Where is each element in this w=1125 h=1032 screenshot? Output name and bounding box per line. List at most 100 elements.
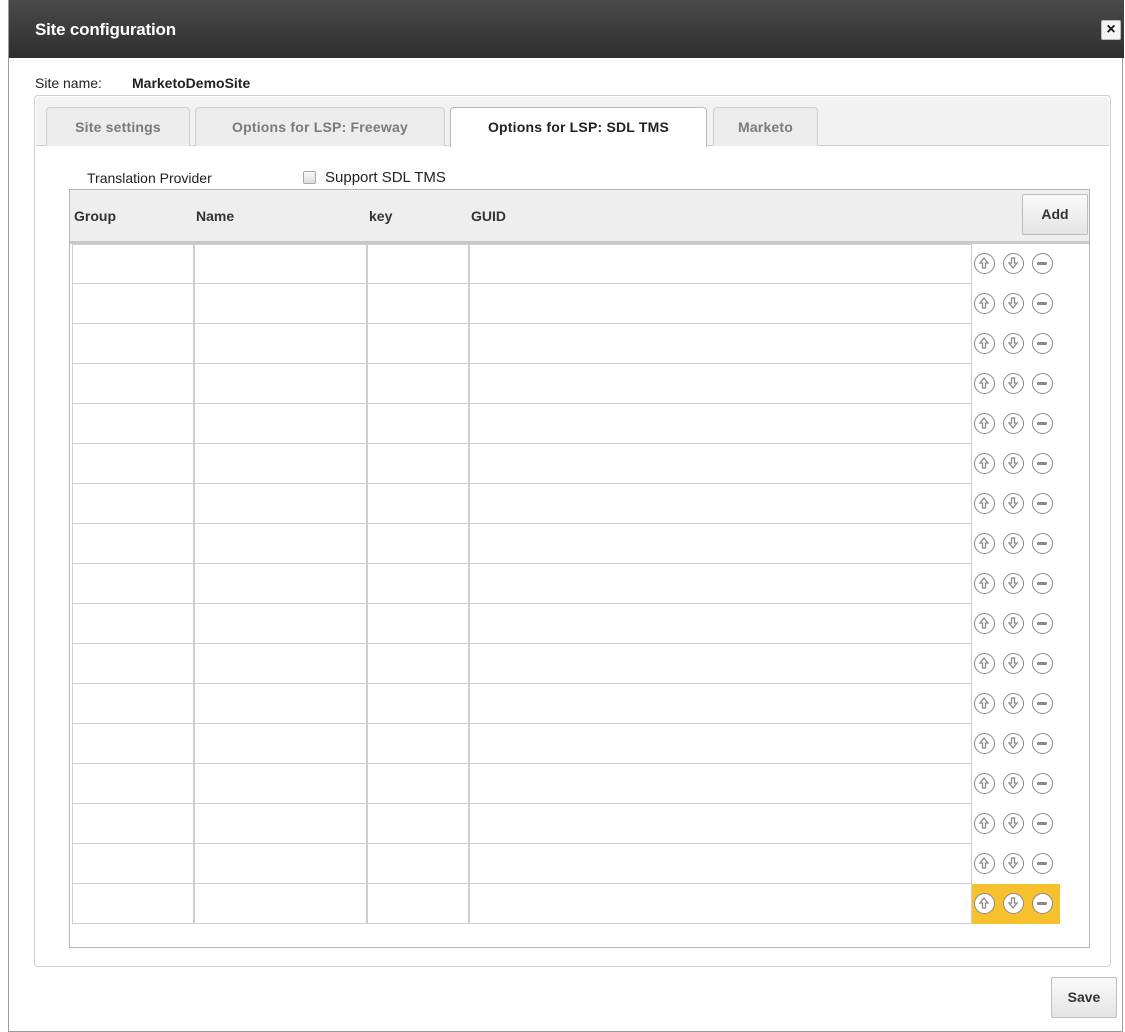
key-cell[interactable] xyxy=(367,484,469,524)
add-row-button[interactable]: Add xyxy=(1022,194,1088,235)
move-down-icon[interactable] xyxy=(1003,453,1024,474)
move-up-icon[interactable] xyxy=(974,893,995,914)
remove-icon[interactable] xyxy=(1032,853,1053,874)
group-cell[interactable] xyxy=(72,444,194,484)
remove-icon[interactable] xyxy=(1032,533,1053,554)
group-cell[interactable] xyxy=(72,364,194,404)
move-down-icon[interactable] xyxy=(1003,253,1024,274)
group-cell[interactable] xyxy=(72,684,194,724)
group-cell[interactable] xyxy=(72,844,194,884)
remove-icon[interactable] xyxy=(1032,253,1053,274)
move-down-icon[interactable] xyxy=(1003,613,1024,634)
move-up-icon[interactable] xyxy=(974,773,995,794)
name-cell[interactable] xyxy=(194,444,367,484)
move-up-icon[interactable] xyxy=(974,293,995,314)
key-cell[interactable] xyxy=(367,884,469,924)
move-down-icon[interactable] xyxy=(1003,893,1024,914)
name-cell[interactable] xyxy=(194,804,367,844)
name-cell[interactable] xyxy=(194,684,367,724)
guid-cell[interactable] xyxy=(469,884,972,924)
guid-cell[interactable] xyxy=(469,564,972,604)
move-up-icon[interactable] xyxy=(974,693,995,714)
remove-icon[interactable] xyxy=(1032,333,1053,354)
guid-cell[interactable] xyxy=(469,404,972,444)
guid-cell[interactable] xyxy=(469,724,972,764)
move-up-icon[interactable] xyxy=(974,613,995,634)
key-cell[interactable] xyxy=(367,644,469,684)
group-cell[interactable] xyxy=(72,524,194,564)
remove-icon[interactable] xyxy=(1032,293,1053,314)
move-down-icon[interactable] xyxy=(1003,653,1024,674)
remove-icon[interactable] xyxy=(1032,893,1053,914)
guid-cell[interactable] xyxy=(469,804,972,844)
key-cell[interactable] xyxy=(367,324,469,364)
name-cell[interactable] xyxy=(194,724,367,764)
key-cell[interactable] xyxy=(367,444,469,484)
group-cell[interactable] xyxy=(72,604,194,644)
remove-icon[interactable] xyxy=(1032,373,1053,394)
move-up-icon[interactable] xyxy=(974,733,995,754)
move-down-icon[interactable] xyxy=(1003,373,1024,394)
move-up-icon[interactable] xyxy=(974,333,995,354)
tab-site-settings[interactable]: Site settings xyxy=(46,107,190,146)
column-header-key[interactable]: key xyxy=(369,208,392,224)
tab-marketo[interactable]: Marketo xyxy=(713,107,818,146)
column-header-name[interactable]: Name xyxy=(196,208,234,224)
group-cell[interactable] xyxy=(72,284,194,324)
remove-icon[interactable] xyxy=(1032,493,1053,514)
key-cell[interactable] xyxy=(367,524,469,564)
guid-cell[interactable] xyxy=(469,524,972,564)
move-down-icon[interactable] xyxy=(1003,773,1024,794)
support-sdl-tms-checkbox[interactable] xyxy=(303,171,316,184)
guid-cell[interactable] xyxy=(469,284,972,324)
group-cell[interactable] xyxy=(72,324,194,364)
key-cell[interactable] xyxy=(367,804,469,844)
name-cell[interactable] xyxy=(194,604,367,644)
move-up-icon[interactable] xyxy=(974,813,995,834)
key-cell[interactable] xyxy=(367,244,469,284)
guid-cell[interactable] xyxy=(469,364,972,404)
move-up-icon[interactable] xyxy=(974,453,995,474)
guid-cell[interactable] xyxy=(469,324,972,364)
move-up-icon[interactable] xyxy=(974,493,995,514)
move-up-icon[interactable] xyxy=(974,573,995,594)
key-cell[interactable] xyxy=(367,724,469,764)
name-cell[interactable] xyxy=(194,364,367,404)
guid-cell[interactable] xyxy=(469,604,972,644)
key-cell[interactable] xyxy=(367,364,469,404)
tab-options-sdl-tms[interactable]: Options for LSP: SDL TMS xyxy=(450,107,707,147)
support-sdl-tms-label[interactable]: Support SDL TMS xyxy=(325,169,446,186)
remove-icon[interactable] xyxy=(1032,413,1053,434)
column-header-group[interactable]: Group xyxy=(74,208,116,224)
name-cell[interactable] xyxy=(194,844,367,884)
key-cell[interactable] xyxy=(367,764,469,804)
name-cell[interactable] xyxy=(194,324,367,364)
group-cell[interactable] xyxy=(72,884,194,924)
move-down-icon[interactable] xyxy=(1003,333,1024,354)
move-down-icon[interactable] xyxy=(1003,413,1024,434)
close-icon[interactable]: × xyxy=(1101,20,1121,40)
name-cell[interactable] xyxy=(194,244,367,284)
group-cell[interactable] xyxy=(72,564,194,604)
name-cell[interactable] xyxy=(194,644,367,684)
remove-icon[interactable] xyxy=(1032,693,1053,714)
remove-icon[interactable] xyxy=(1032,773,1053,794)
guid-cell[interactable] xyxy=(469,844,972,884)
remove-icon[interactable] xyxy=(1032,813,1053,834)
group-cell[interactable] xyxy=(72,724,194,764)
guid-cell[interactable] xyxy=(469,244,972,284)
move-up-icon[interactable] xyxy=(974,533,995,554)
move-down-icon[interactable] xyxy=(1003,533,1024,554)
move-up-icon[interactable] xyxy=(974,373,995,394)
key-cell[interactable] xyxy=(367,284,469,324)
group-cell[interactable] xyxy=(72,644,194,684)
guid-cell[interactable] xyxy=(469,684,972,724)
name-cell[interactable] xyxy=(194,884,367,924)
key-cell[interactable] xyxy=(367,564,469,604)
move-down-icon[interactable] xyxy=(1003,853,1024,874)
move-down-icon[interactable] xyxy=(1003,573,1024,594)
key-cell[interactable] xyxy=(367,844,469,884)
tab-options-freeway[interactable]: Options for LSP: Freeway xyxy=(195,107,445,146)
name-cell[interactable] xyxy=(194,764,367,804)
move-up-icon[interactable] xyxy=(974,653,995,674)
